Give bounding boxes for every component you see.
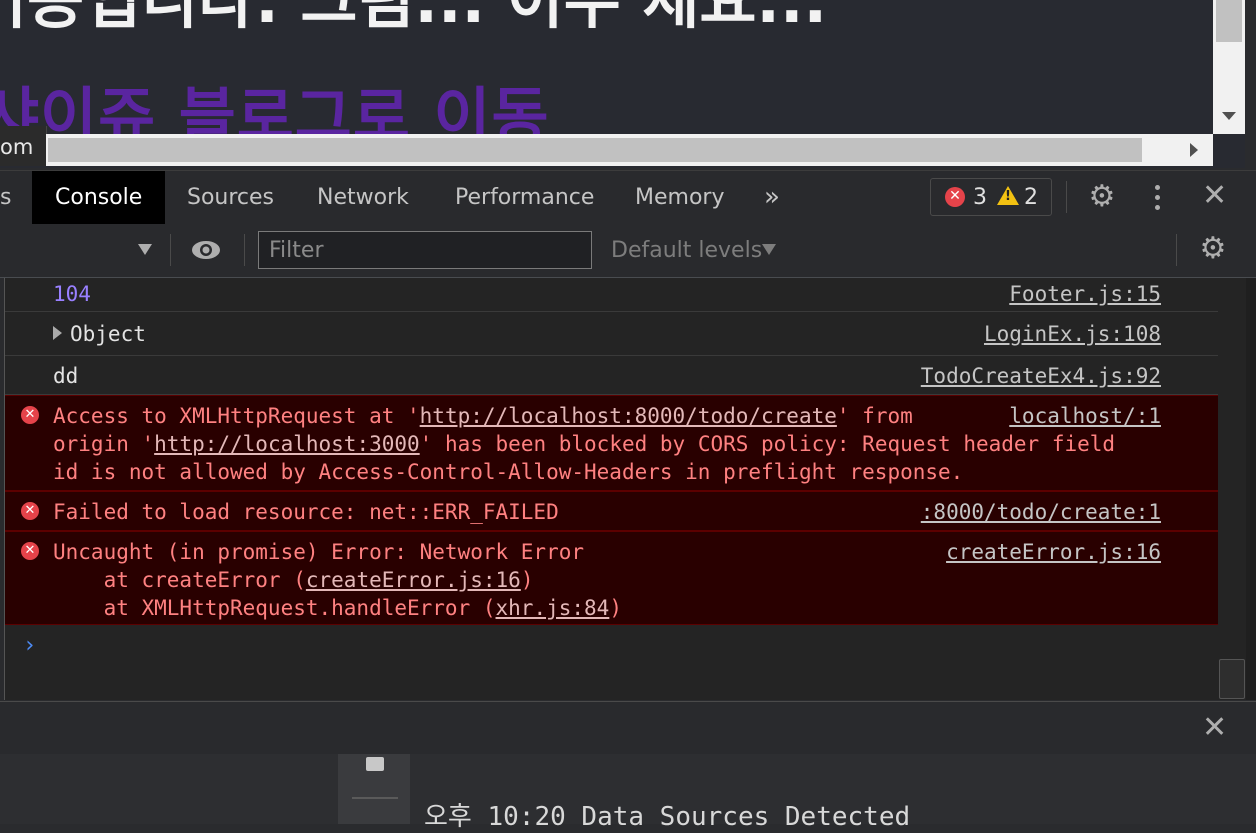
object-label: Object bbox=[70, 322, 146, 346]
error-text: ' has been blocked by CORS policy: Reque… bbox=[419, 432, 1116, 456]
stack-line: at createError (createError.js:16) bbox=[53, 568, 534, 592]
source-link[interactable]: localhost/:1 bbox=[1009, 404, 1161, 428]
tab-network[interactable]: Network bbox=[317, 171, 409, 224]
eye-icon[interactable] bbox=[191, 239, 221, 261]
issue-counts-button[interactable]: ✕ 3 ! 2 bbox=[930, 178, 1052, 216]
source-link[interactable]: Footer.js:15 bbox=[1009, 282, 1161, 306]
chevron-down-icon[interactable] bbox=[762, 244, 776, 255]
stack-line: at XMLHttpRequest.handleError (xhr.js:84… bbox=[53, 596, 622, 620]
scroll-down-arrow-icon[interactable] bbox=[1222, 112, 1236, 120]
close-icon[interactable]: ✕ bbox=[1202, 181, 1227, 211]
page-viewport: 기능입니다. 그럼... 이주 세요... 샤이쥬 블로그로 이동 om bbox=[0, 0, 1256, 168]
error-line: Failed to load resource: net::ERR_FAILED bbox=[53, 500, 559, 524]
console-row: dd TodoCreateEx4.js:92 bbox=[5, 356, 1219, 395]
gear-icon[interactable]: ⚙ bbox=[1087, 182, 1117, 212]
error-count: 3 bbox=[973, 185, 987, 210]
stack-text: at XMLHttpRequest.handleError ( bbox=[53, 596, 496, 620]
context-dropdown-icon[interactable] bbox=[138, 244, 152, 255]
url-status-tooltip: om bbox=[0, 126, 47, 166]
console-messages: 104 Footer.js:15 Object LoginEx.js:108 d… bbox=[4, 278, 1219, 700]
console-scrollbar[interactable] bbox=[1218, 278, 1246, 700]
page-heading: 기능입니다. 그럼... 이주 세요... bbox=[0, 0, 828, 37]
scrollbar-thumb[interactable] bbox=[48, 138, 1142, 162]
source-link[interactable]: TodoCreateEx4.js:92 bbox=[921, 364, 1161, 388]
warning-count: 2 bbox=[1024, 185, 1038, 210]
error-circle-icon: ✕ bbox=[945, 187, 965, 207]
scrollbar-thumb[interactable] bbox=[1219, 659, 1245, 699]
log-number: 104 bbox=[53, 282, 91, 306]
stack-link[interactable]: createError.js:16 bbox=[306, 568, 521, 592]
kebab-menu-icon[interactable] bbox=[1153, 185, 1163, 211]
page-horizontal-scrollbar[interactable] bbox=[46, 134, 1213, 166]
devtools-drawer-bar: ✕ bbox=[0, 701, 1256, 755]
error-text: Access to XMLHttpRequest at ' bbox=[53, 404, 420, 428]
window-edge bbox=[1246, 278, 1256, 700]
divider bbox=[352, 797, 398, 799]
status-text: 오후 10:20 Data Sources Detected bbox=[424, 802, 911, 832]
page-vertical-scrollbar[interactable] bbox=[1213, 0, 1245, 134]
console-error-row: ✕ Failed to load resource: net::ERR_FAIL… bbox=[5, 491, 1219, 531]
console-prompt-icon[interactable]: › bbox=[23, 633, 36, 658]
error-line: Access to XMLHttpRequest at 'http://loca… bbox=[53, 404, 913, 428]
error-circle-icon: ✕ bbox=[21, 542, 39, 560]
stop-icon[interactable] bbox=[366, 757, 384, 771]
filter-input[interactable] bbox=[258, 231, 592, 269]
stack-text: ) bbox=[609, 596, 622, 620]
divider bbox=[1066, 181, 1067, 213]
tab-sources[interactable]: Sources bbox=[187, 171, 274, 224]
source-link[interactable]: :8000/todo/create:1 bbox=[921, 500, 1161, 524]
more-tabs-icon[interactable]: » bbox=[764, 171, 780, 224]
close-icon[interactable]: ✕ bbox=[1202, 713, 1227, 743]
divider bbox=[244, 234, 245, 266]
error-circle-icon: ✕ bbox=[21, 406, 39, 424]
divider bbox=[1176, 234, 1177, 266]
stack-text: ) bbox=[520, 568, 534, 592]
scrollbar-thumb[interactable] bbox=[1216, 0, 1242, 42]
error-text: ' from bbox=[836, 404, 913, 428]
error-text: origin ' bbox=[53, 432, 155, 456]
url-link[interactable]: http://localhost:8000/todo/create bbox=[420, 404, 837, 428]
console-row: Object LoginEx.js:108 bbox=[5, 312, 1219, 356]
console-toolbar: Default levels ⚙ bbox=[0, 224, 1256, 278]
console-error-row: ✕ Uncaught (in promise) Error: Network E… bbox=[5, 531, 1219, 625]
tab-elements-partial[interactable]: s bbox=[0, 171, 11, 224]
error-circle-icon: ✕ bbox=[21, 502, 39, 520]
divider bbox=[170, 234, 171, 266]
expand-triangle-icon[interactable] bbox=[53, 326, 62, 340]
stack-text: at createError ( bbox=[53, 568, 306, 592]
log-levels-dropdown[interactable]: Default levels bbox=[611, 224, 762, 277]
tab-memory[interactable]: Memory bbox=[635, 171, 724, 224]
stack-link[interactable]: xhr.js:84 bbox=[496, 596, 610, 620]
window-edge bbox=[1245, 0, 1256, 168]
object-expander[interactable]: Object bbox=[53, 322, 146, 346]
warning-triangle-icon: ! bbox=[997, 186, 1019, 205]
error-line: origin 'http://localhost:3000' has been … bbox=[53, 432, 1115, 456]
log-text: dd bbox=[53, 364, 79, 388]
devtools-tab-bar: s Console Sources Network Performance Me… bbox=[0, 170, 1256, 225]
error-line: Uncaught (in promise) Error: Network Err… bbox=[53, 540, 585, 564]
error-line: id is not allowed by Access-Control-Allo… bbox=[53, 460, 964, 484]
console-row: 104 Footer.js:15 bbox=[5, 278, 1219, 312]
url-link[interactable]: http://localhost:3000 bbox=[154, 432, 420, 456]
source-link[interactable]: createError.js:16 bbox=[946, 540, 1161, 564]
scroll-right-arrow-icon[interactable] bbox=[1190, 143, 1198, 157]
gear-icon[interactable]: ⚙ bbox=[1198, 234, 1228, 264]
tab-console[interactable]: Console bbox=[32, 171, 166, 224]
background-app-area: 오후 10:20 Data Sources Detected bbox=[0, 754, 1256, 832]
source-link[interactable]: LoginEx.js:108 bbox=[984, 322, 1161, 346]
tab-performance[interactable]: Performance bbox=[455, 171, 594, 224]
console-error-row: ✕ Access to XMLHttpRequest at 'http://lo… bbox=[5, 395, 1219, 491]
